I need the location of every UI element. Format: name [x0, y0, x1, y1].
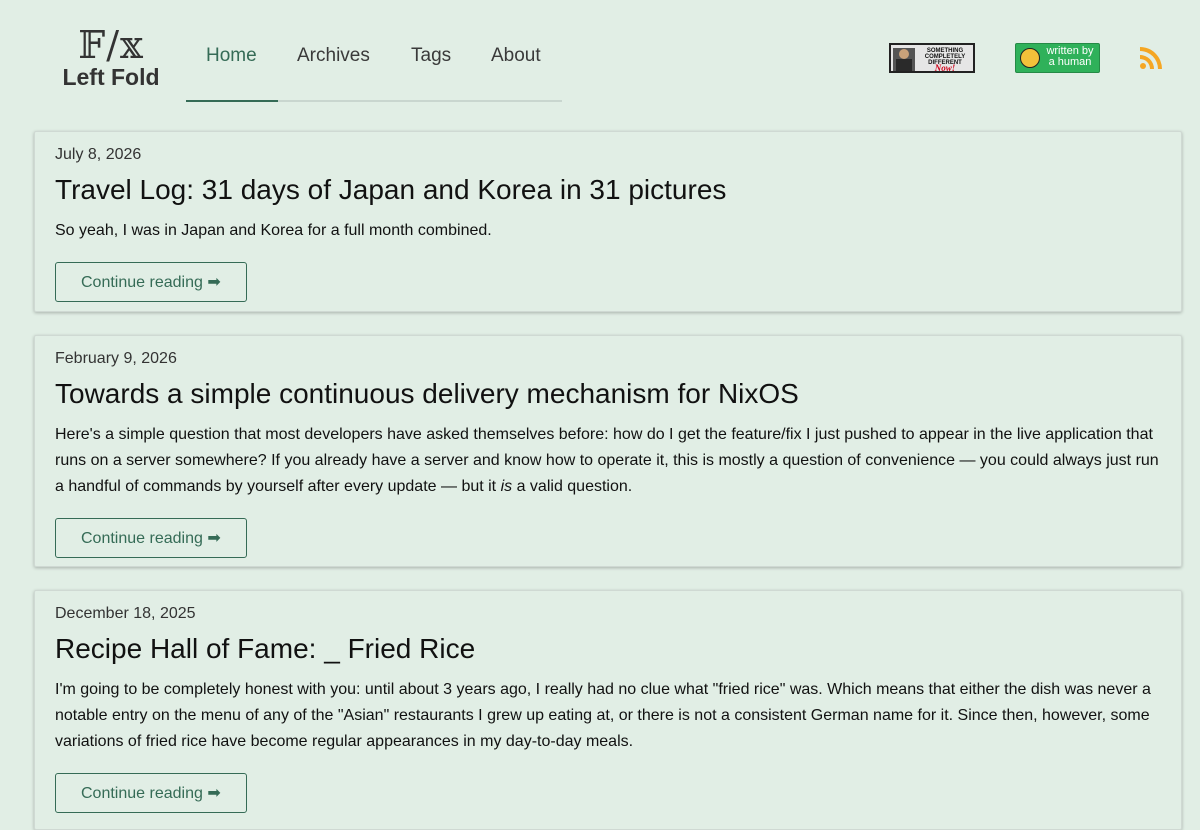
nav-tags[interactable]: Tags	[411, 45, 451, 67]
something-different-badge[interactable]: SOMETHING COMPLETELY DIFFERENT Now!	[889, 43, 975, 73]
nav-about[interactable]: About	[491, 45, 541, 67]
post-card: February 9, 2026 Towards a simple contin…	[34, 335, 1182, 567]
continue-reading-button[interactable]: Continue reading ➡	[55, 773, 247, 813]
logo-glyph: 𝔽/𝕩	[78, 23, 144, 67]
something-different-image: SOMETHING COMPLETELY DIFFERENT Now!	[891, 45, 973, 71]
post-date: December 18, 2025	[55, 605, 196, 622]
post-card: July 8, 2026 Travel Log: 31 days of Japa…	[34, 131, 1182, 312]
post-excerpt: So yeah, I was in Japan and Korea for a …	[55, 222, 492, 239]
nav-home[interactable]: Home	[206, 45, 257, 67]
smiley-face-icon	[1020, 48, 1040, 68]
nav-archives[interactable]: Archives	[297, 45, 370, 67]
continue-reading-button[interactable]: Continue reading ➡	[55, 262, 247, 302]
post-card: December 18, 2025 Recipe Hall of Fame: _…	[34, 590, 1182, 830]
post-title[interactable]: Recipe Hall of Fame: _ Fried Rice	[55, 633, 1161, 665]
post-title[interactable]: Towards a simple continuous delivery mec…	[55, 378, 1161, 410]
post-excerpt: I'm going to be completely honest with y…	[55, 681, 1151, 750]
post-date: February 9, 2026	[55, 350, 177, 367]
post-title[interactable]: Travel Log: 31 days of Japan and Korea i…	[55, 174, 1161, 206]
site-logo[interactable]: 𝔽/𝕩 Left Fold	[60, 26, 162, 90]
post-excerpt-emphasis: is	[500, 478, 513, 495]
main-nav: Home Archives Tags About	[186, 28, 562, 102]
site-name: Left Fold	[62, 64, 160, 90]
active-tab-indicator	[186, 100, 278, 102]
post-excerpt-part: a valid question.	[512, 478, 633, 495]
rss-feed-icon[interactable]	[1139, 46, 1163, 70]
continue-reading-button[interactable]: Continue reading ➡	[55, 518, 247, 558]
scd-text-4: Now!	[934, 63, 956, 71]
written-by-human-badge[interactable]: written by a human	[1015, 43, 1100, 73]
post-excerpt: Here's a simple question that most devel…	[55, 422, 1161, 500]
post-date: July 8, 2026	[55, 146, 142, 163]
human-badge-text: written by a human	[1046, 45, 1094, 68]
site-header: 𝔽/𝕩 Left Fold Home Archives Tags About S…	[0, 0, 1200, 110]
